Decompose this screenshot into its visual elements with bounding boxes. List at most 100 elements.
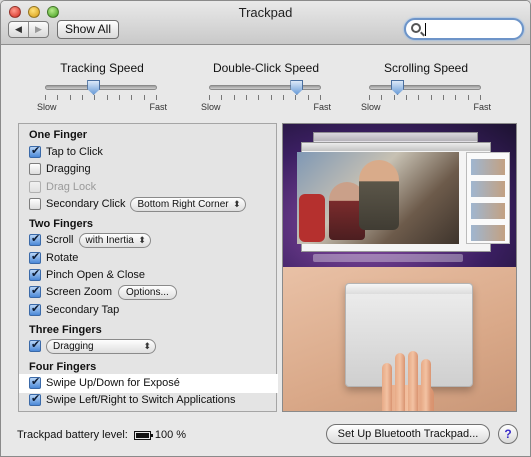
slider-tick (406, 95, 407, 100)
pinch-checkbox[interactable] (29, 267, 41, 281)
screen-zoom-label: Screen Zoom (46, 286, 113, 298)
swipe-left-right-row[interactable]: Swipe Left/Right to Switch Applications (29, 392, 236, 408)
slider-tick (418, 95, 420, 100)
text-caret (425, 23, 426, 36)
slider-label: Scrolling Speed (383, 61, 469, 75)
dragging-checkbox[interactable] (29, 163, 41, 175)
tap-to-click-checkbox[interactable] (29, 144, 41, 158)
slider-label: Tracking Speed (60, 61, 144, 75)
tap-to-click-label: Tap to Click (46, 146, 103, 158)
three-finger-drag-checkbox[interactable] (29, 338, 41, 352)
slider-label: Double-Click Speed (212, 61, 320, 75)
slider-min-label: Slow (201, 102, 221, 112)
preview-dock (313, 254, 463, 262)
section-heading-four-fingers: Four Fingers (29, 361, 97, 373)
secondary-click-checkbox[interactable] (29, 198, 41, 210)
scroll-checkbox[interactable] (29, 232, 41, 246)
swipe-up-down-row[interactable]: Swipe Up/Down for Exposé (29, 375, 180, 391)
slider-knob[interactable] (391, 80, 404, 95)
battery-status: Trackpad battery level: 100 % (17, 429, 186, 441)
search-field[interactable] (404, 18, 524, 40)
hand-image (378, 335, 438, 411)
dragging-row[interactable]: Dragging (29, 161, 91, 177)
slider-max-label: Fast (313, 102, 331, 112)
scroll-inertia-popup[interactable]: with Inertia (78, 232, 151, 248)
gesture-preview (282, 123, 517, 412)
back-icon[interactable]: ◀ (9, 22, 28, 37)
swipe-up-down-label: Swipe Up/Down for Exposé (46, 377, 180, 389)
battery-value: 100 % (154, 429, 187, 441)
secondary-click-popup[interactable]: Bottom Right Corner (130, 196, 246, 212)
pinch-row[interactable]: Pinch Open & Close (29, 267, 145, 283)
scroll-row[interactable]: Scroll with Inertia (29, 232, 151, 248)
slider-track[interactable] (209, 85, 321, 90)
secondary-tap-row[interactable]: Secondary Tap (29, 302, 119, 318)
slider-tick (467, 95, 469, 100)
slider-max-label: Fast (473, 102, 491, 112)
forward-icon[interactable]: ▶ (28, 22, 48, 37)
slider-tick (57, 95, 59, 100)
screen-zoom-checkbox[interactable] (29, 284, 41, 298)
drag-lock-row: Drag Lock (29, 179, 96, 195)
screen-zoom-options-button[interactable]: Options... (118, 284, 177, 300)
slider-tick (82, 95, 83, 100)
secondary-click-row[interactable]: Secondary Click Bottom Right Corner (29, 196, 246, 212)
slider-tick (393, 95, 395, 100)
screen-zoom-row[interactable]: Screen Zoom Options... (29, 284, 177, 300)
slider-knob[interactable] (290, 80, 304, 95)
battery-label: Trackpad battery level: (17, 429, 128, 441)
slider-tick (69, 95, 71, 100)
thumbnail (471, 203, 505, 219)
trackpad-preferences-window: Trackpad ◀ ▶ Show All Tracking Speed Slo… (0, 0, 531, 457)
drag-lock-label: Drag Lock (46, 181, 97, 193)
show-all-button[interactable]: Show All (57, 20, 119, 39)
help-button[interactable]: ? (498, 424, 518, 444)
thumbnail (471, 181, 505, 197)
slider-tick (94, 95, 96, 100)
slider-track[interactable] (369, 85, 481, 90)
three-finger-action-popup[interactable]: Dragging (46, 338, 156, 354)
tap-to-click-row[interactable]: Tap to Click (29, 144, 103, 160)
photo-backpack (299, 194, 325, 242)
swipe-left-right-label: Swipe Left/Right to Switch Applications (46, 394, 236, 406)
slider-max-label: Fast (149, 102, 167, 112)
slider-tick (106, 95, 108, 100)
tracking-speed-slider-group: Tracking Speed Slow Fast (37, 61, 167, 112)
slider-tick (45, 95, 46, 100)
slider-track[interactable] (45, 85, 157, 90)
slider-tick (295, 95, 297, 100)
thumbnail (471, 225, 505, 241)
scroll-label: Scroll (46, 234, 74, 246)
slider-tick (283, 95, 284, 100)
scrolling-speed-slider-group: Scrolling Speed Slow Fast (361, 61, 491, 112)
preview-thumbnail-strip (466, 152, 510, 244)
preview-photo (297, 152, 459, 244)
slider-tick (270, 95, 272, 100)
three-finger-drag-row[interactable]: Dragging (29, 338, 156, 354)
rotate-label: Rotate (46, 252, 79, 264)
photo-person (359, 160, 399, 230)
slider-min-label: Slow (361, 102, 381, 112)
slider-tick (233, 95, 235, 100)
back-forward-control: ◀ ▶ (8, 21, 49, 38)
swipe-left-right-checkbox[interactable] (29, 392, 41, 406)
slider-min-label: Slow (37, 102, 57, 112)
secondary-tap-checkbox[interactable] (29, 302, 41, 316)
gesture-options-panel: One Finger Tap to Click Dragging Drag Lo… (18, 123, 278, 412)
battery-icon (133, 430, 153, 440)
search-icon (411, 23, 421, 33)
secondary-click-label: Secondary Click (46, 198, 126, 210)
slider-knob[interactable] (87, 80, 101, 95)
secondary-tap-label: Secondary Tap (46, 304, 120, 316)
rotate-row[interactable]: Rotate (29, 250, 78, 266)
slider-tick (443, 95, 444, 100)
swipe-up-down-checkbox[interactable] (29, 375, 41, 389)
slider-tick (455, 95, 457, 100)
setup-bluetooth-trackpad-button[interactable]: Set Up Bluetooth Trackpad... (326, 424, 490, 444)
slider-tick (131, 95, 133, 100)
drag-lock-checkbox (29, 181, 41, 193)
slider-tick (221, 95, 223, 100)
slider-tick (307, 95, 309, 100)
rotate-checkbox[interactable] (29, 250, 41, 264)
section-heading-three-fingers: Three Fingers (29, 324, 102, 336)
